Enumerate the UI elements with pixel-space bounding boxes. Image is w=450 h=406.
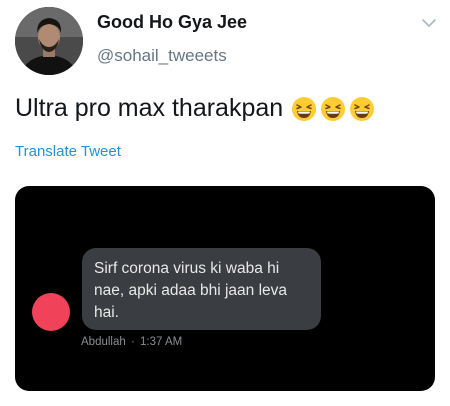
user-handle[interactable]: @sohail_tweeets: [97, 46, 227, 66]
meta-separator: ·: [130, 336, 135, 348]
grinning-squinting-face-icon: [291, 96, 317, 122]
chevron-down-icon[interactable]: [420, 14, 438, 32]
translate-tweet-link[interactable]: Translate Tweet: [15, 143, 121, 160]
grinning-squinting-face-icon: [320, 96, 346, 122]
profile-photo: [15, 7, 83, 75]
avatar[interactable]: [15, 7, 83, 75]
display-name[interactable]: Good Ho Gya Jee: [97, 12, 247, 33]
message-bubble: Sirf corona virus ki waba hi nae, apki a…: [82, 248, 321, 330]
emoji-group: [291, 96, 375, 122]
sender-avatar: [32, 293, 70, 331]
message-text: Sirf corona virus ki waba hi nae, apki a…: [94, 260, 288, 321]
tweet-body: Ultra pro max tharakpan: [15, 94, 375, 123]
grinning-squinting-face-icon: [349, 96, 375, 122]
tweet-text: Ultra pro max tharakpan: [15, 94, 284, 122]
message-meta: Abdullah · 1:37 AM: [81, 336, 182, 348]
tweet-media-image[interactable]: Sirf corona virus ki waba hi nae, apki a…: [15, 186, 435, 391]
sender-name: Abdullah: [81, 336, 126, 348]
message-time: 1:37 AM: [140, 336, 183, 348]
